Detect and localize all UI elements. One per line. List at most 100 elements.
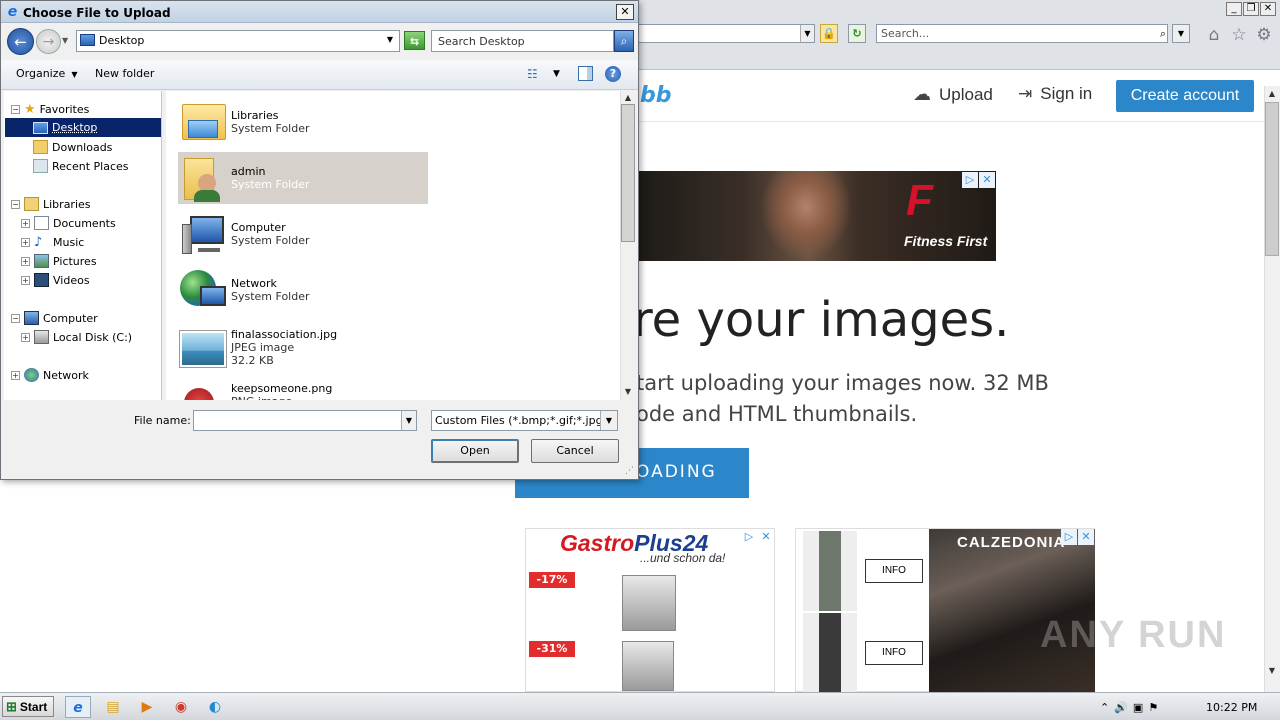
change-view-icon[interactable]: ☷ — [527, 67, 543, 81]
file-size: 32.2 KB — [231, 353, 274, 367]
tree-item-local-disk[interactable]: + Local Disk (C:) — [21, 330, 132, 344]
resize-grip-icon[interactable]: ⋰ — [625, 466, 634, 476]
computer-icon — [178, 210, 226, 258]
cancel-button[interactable]: Cancel — [531, 439, 619, 463]
back-button[interactable]: ← — [7, 28, 34, 55]
info-button[interactable]: INFO — [865, 559, 923, 583]
scrollbar-thumb[interactable] — [621, 104, 635, 242]
dialog-close-button[interactable]: ✕ — [616, 4, 634, 20]
history-dropdown-icon[interactable]: ▼ — [62, 34, 72, 48]
address-dropdown-icon[interactable]: ▼ — [800, 25, 814, 42]
favorites-star-icon[interactable]: ☆ — [1229, 25, 1249, 45]
scroll-down-icon[interactable]: ▼ — [621, 386, 635, 398]
tree-item-favorites[interactable]: − ★ Favorites — [11, 102, 89, 117]
ad-close-icon[interactable]: ✕ — [1078, 529, 1094, 545]
start-label: Start — [19, 699, 48, 714]
location-dropdown-icon[interactable]: ▼ — [384, 33, 396, 47]
tree-item-music[interactable]: + ♪ Music — [21, 235, 84, 250]
scrollbar-thumb[interactable] — [1265, 102, 1279, 256]
forward-button[interactable]: → — [36, 29, 61, 54]
search-icon[interactable]: ⌕ — [1156, 25, 1170, 42]
info-button[interactable]: INFO — [865, 641, 923, 665]
signin-link[interactable]: ⇥ Sign in — [1018, 84, 1092, 104]
search-dropdown-icon[interactable]: ▼ — [1172, 24, 1190, 43]
file-name-input[interactable] — [193, 410, 417, 431]
tree-item-documents[interactable]: + Documents — [21, 216, 116, 230]
location-bar[interactable]: Desktop — [76, 30, 400, 52]
open-button[interactable]: Open — [431, 439, 519, 463]
scroll-down-icon[interactable]: ▼ — [1265, 665, 1279, 677]
expand-icon[interactable]: + — [11, 370, 20, 380]
expand-icon[interactable]: + — [21, 218, 30, 228]
edge-taskbar-icon[interactable]: ◐ — [202, 696, 228, 718]
file-type: System Folder — [231, 122, 310, 135]
expand-icon[interactable]: + — [21, 256, 30, 266]
file-type-dropdown-icon[interactable]: ▼ — [600, 411, 617, 430]
help-icon[interactable]: ? — [605, 66, 621, 82]
scroll-up-icon[interactable]: ▲ — [621, 92, 635, 104]
collapse-icon[interactable]: − — [11, 105, 20, 114]
chrome-taskbar-icon[interactable]: ◉ — [168, 696, 194, 718]
browser-search-input[interactable]: Search... — [876, 24, 1168, 43]
view-dropdown-icon[interactable]: ▼ — [553, 67, 560, 81]
file-type: System Folder — [231, 178, 310, 191]
file-name: Computer — [231, 221, 286, 234]
hero-text-line1: tart uploading your images now. 32 MB — [636, 371, 1049, 395]
close-button[interactable]: ✕ — [1260, 2, 1276, 16]
tree-item-videos[interactable]: + Videos — [21, 273, 90, 287]
file-item[interactable]: Libraries System Folder — [178, 96, 428, 148]
volume-icon[interactable]: 🔊 — [1114, 701, 1128, 714]
tray-expand-icon[interactable]: ⌃ — [1100, 701, 1109, 714]
tree-item-network[interactable]: + Network — [11, 368, 89, 382]
file-name-dropdown-icon[interactable]: ▼ — [401, 411, 416, 430]
upload-link[interactable]: ☁ Upload — [913, 84, 993, 105]
refresh-icon[interactable]: ↻ — [848, 24, 866, 43]
adchoices-icon[interactable]: ▷ — [962, 172, 978, 188]
media-player-taskbar-icon[interactable]: ▶ — [134, 696, 160, 718]
gear-icon[interactable]: ⚙ — [1254, 25, 1274, 45]
create-account-button[interactable]: Create account — [1116, 80, 1254, 112]
ad-close-icon[interactable]: ✕ — [979, 172, 995, 188]
file-item[interactable]: finalassociation.jpg JPEG image 32.2 KB — [178, 322, 428, 372]
ie-icon: e — [7, 4, 18, 20]
scroll-up-icon[interactable]: ▲ — [1265, 88, 1279, 100]
expand-icon[interactable]: + — [21, 238, 30, 247]
minimize-button[interactable]: _ — [1226, 2, 1242, 16]
tree-item-desktop[interactable]: Desktop — [5, 118, 161, 137]
flag-icon[interactable]: ⚑ — [1148, 701, 1158, 714]
collapse-icon[interactable]: − — [11, 199, 20, 209]
start-button[interactable]: ⊞ Start — [2, 696, 54, 717]
file-item-selected[interactable]: admin System Folder — [178, 152, 428, 204]
expand-icon[interactable]: + — [21, 332, 30, 342]
search-icon[interactable]: ⌕ — [614, 30, 634, 52]
tree-item-recent[interactable]: Recent Places — [33, 159, 129, 173]
sign-in-icon: ⇥ — [1018, 84, 1033, 103]
expand-icon[interactable]: + — [21, 275, 30, 285]
site-logo[interactable]: bb — [640, 83, 672, 108]
tree-item-libraries[interactable]: − Libraries — [11, 197, 91, 211]
organize-menu[interactable]: Organize ▼ — [16, 67, 77, 80]
restore-button[interactable]: ❐ — [1243, 2, 1259, 16]
tree-label: Downloads — [52, 140, 113, 154]
adchoices-icon[interactable]: ▷ — [1061, 529, 1077, 545]
network-tray-icon[interactable]: ▣ — [1133, 701, 1143, 714]
file-item[interactable]: Network System Folder — [178, 264, 428, 316]
tree-item-computer[interactable]: − Computer — [11, 311, 98, 325]
tree-item-pictures[interactable]: + Pictures — [21, 254, 97, 268]
home-icon[interactable]: ⌂ — [1204, 25, 1224, 45]
refresh-icon[interactable]: ⇆ — [404, 31, 425, 50]
collapse-icon[interactable]: − — [11, 313, 20, 323]
ie-taskbar-icon[interactable]: e — [65, 696, 91, 718]
dialog-search-input[interactable]: Search Desktop — [431, 30, 614, 52]
lock-icon[interactable]: 🔒 — [820, 24, 838, 43]
ad-close-icon[interactable]: ✕ — [758, 529, 774, 545]
explorer-taskbar-icon[interactable]: ▤ — [100, 696, 126, 718]
tree-label: Music — [53, 236, 85, 249]
file-item[interactable]: keepsomeone.pngPNG image — [178, 380, 428, 400]
file-type-select[interactable]: Custom Files (*.bmp;*.gif;*.jpg; — [431, 410, 618, 431]
new-folder-button[interactable]: New folder — [95, 67, 154, 80]
adchoices-icon[interactable]: ▷ — [741, 529, 757, 545]
tree-item-downloads[interactable]: Downloads — [33, 140, 112, 154]
preview-pane-icon[interactable] — [578, 66, 593, 81]
file-item[interactable]: Computer System Folder — [178, 208, 428, 260]
